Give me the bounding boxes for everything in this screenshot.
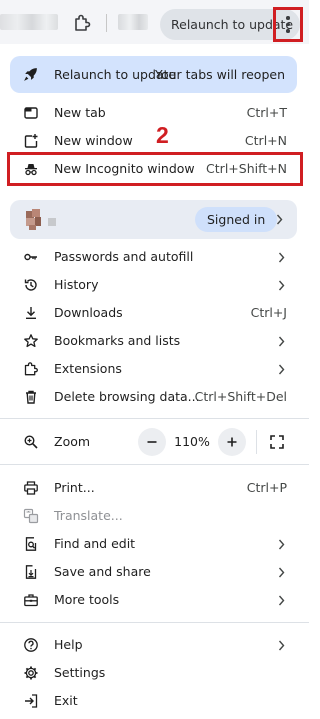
zoom-in-button[interactable] bbox=[218, 428, 246, 456]
chevron-right-icon bbox=[278, 364, 285, 375]
history-icon bbox=[24, 279, 37, 291]
chrome-main-menu: Relaunch to update Your tabs will reopen… bbox=[0, 44, 309, 719]
extensions-label: Extensions bbox=[54, 361, 122, 376]
delete-data-shortcut: Ctrl+Shift+Del bbox=[194, 389, 287, 404]
annotation-box-2 bbox=[7, 152, 303, 186]
star-icon bbox=[24, 334, 38, 348]
new-window-label: New window bbox=[54, 133, 133, 148]
new-tab-shortcut: Ctrl+T bbox=[246, 105, 287, 120]
chevron-right-icon bbox=[278, 539, 285, 550]
menu-item-translate: Translate... bbox=[0, 502, 309, 530]
key-icon bbox=[24, 253, 37, 261]
menu-item-bookmarks-lists[interactable]: Bookmarks and lists bbox=[0, 327, 309, 355]
bookmarks-label: Bookmarks and lists bbox=[54, 333, 181, 348]
menu-item-settings[interactable]: Settings bbox=[0, 659, 309, 687]
menu-item-downloads[interactable]: Downloads Ctrl+J bbox=[0, 299, 309, 327]
relaunch-subtext: Your tabs will reopen bbox=[154, 67, 285, 82]
download-icon bbox=[26, 307, 36, 319]
help-icon bbox=[24, 638, 38, 652]
menu-item-new-tab[interactable]: New tab Ctrl+T bbox=[0, 99, 309, 127]
chevron-right-icon bbox=[276, 214, 283, 225]
zoom-separator bbox=[256, 430, 257, 454]
find-edit-label: Find and edit bbox=[54, 536, 136, 551]
menu-divider bbox=[0, 418, 309, 419]
save-share-label: Save and share bbox=[54, 564, 151, 579]
translate-label: Translate... bbox=[54, 508, 123, 523]
find-page-icon bbox=[25, 537, 37, 551]
menu-item-help[interactable]: Help bbox=[0, 631, 309, 659]
zoom-label: Zoom bbox=[54, 434, 91, 449]
downloads-label: Downloads bbox=[54, 305, 123, 320]
menu-divider bbox=[0, 622, 309, 623]
new-tab-label: New tab bbox=[54, 105, 106, 120]
chevron-right-icon bbox=[278, 595, 285, 606]
printer-icon bbox=[24, 481, 38, 495]
puzzle-icon bbox=[24, 362, 38, 376]
zoom-row: Zoom 110% bbox=[0, 427, 309, 457]
passwords-label: Passwords and autofill bbox=[54, 249, 194, 264]
gear-icon bbox=[24, 666, 38, 680]
annotation-box-1 bbox=[273, 7, 303, 42]
exit-label: Exit bbox=[54, 693, 78, 708]
minus-icon bbox=[147, 441, 157, 443]
browser-toolbar: Relaunch to update bbox=[0, 0, 309, 44]
menu-item-more-tools[interactable]: More tools bbox=[0, 586, 309, 614]
exit-icon bbox=[25, 694, 38, 708]
print-shortcut: Ctrl+P bbox=[246, 480, 287, 495]
new-window-shortcut: Ctrl+N bbox=[244, 133, 287, 148]
blurred-avatar-icon bbox=[26, 209, 56, 230]
blurred-profile-area bbox=[118, 14, 148, 30]
print-label: Print... bbox=[54, 480, 95, 495]
menu-item-save-share[interactable]: Save and share bbox=[0, 558, 309, 586]
rocket-icon bbox=[24, 68, 37, 81]
chevron-right-icon bbox=[278, 280, 285, 291]
zoom-level: 110% bbox=[174, 434, 210, 449]
settings-label: Settings bbox=[54, 665, 106, 680]
translate-icon bbox=[23, 508, 39, 524]
fullscreen-icon[interactable] bbox=[269, 434, 285, 450]
plus-icon bbox=[227, 437, 237, 447]
toolbox-icon bbox=[24, 594, 38, 607]
delete-data-label: Delete browsing data... bbox=[54, 389, 200, 404]
save-page-icon bbox=[25, 565, 37, 579]
profile-row[interactable]: Signed in bbox=[10, 200, 297, 239]
zoom-out-button[interactable] bbox=[138, 428, 166, 456]
history-label: History bbox=[54, 277, 99, 292]
help-label: Help bbox=[54, 637, 83, 652]
zoom-magnifier-icon bbox=[24, 435, 38, 449]
signed-in-badge: Signed in bbox=[195, 207, 278, 232]
new-window-icon bbox=[24, 134, 38, 148]
chevron-right-icon bbox=[278, 252, 285, 263]
menu-item-print[interactable]: Print... Ctrl+P bbox=[0, 474, 309, 502]
more-tools-label: More tools bbox=[54, 592, 120, 607]
menu-item-delete-browsing-data[interactable]: Delete browsing data... Ctrl+Shift+Del bbox=[0, 383, 309, 411]
relaunch-banner[interactable]: Relaunch to update Your tabs will reopen bbox=[10, 56, 297, 93]
trash-icon bbox=[26, 390, 36, 404]
annotation-label-2: 2 bbox=[156, 122, 169, 148]
menu-item-exit[interactable]: Exit bbox=[0, 687, 309, 715]
chevron-right-icon bbox=[278, 336, 285, 347]
menu-item-new-window[interactable]: New window Ctrl+N bbox=[0, 127, 309, 155]
menu-item-history[interactable]: History bbox=[0, 271, 309, 299]
puzzle-icon[interactable] bbox=[72, 13, 92, 33]
new-tab-icon bbox=[24, 107, 38, 119]
menu-item-passwords-autofill[interactable]: Passwords and autofill bbox=[0, 243, 309, 271]
blurred-tab-area bbox=[0, 14, 58, 30]
chevron-right-icon bbox=[278, 567, 285, 578]
downloads-shortcut: Ctrl+J bbox=[250, 305, 287, 320]
chevron-right-icon bbox=[278, 640, 285, 651]
menu-item-extensions[interactable]: Extensions bbox=[0, 355, 309, 383]
toolbar-separator bbox=[106, 14, 107, 32]
menu-item-find-edit[interactable]: Find and edit bbox=[0, 530, 309, 558]
menu-divider bbox=[0, 464, 309, 465]
